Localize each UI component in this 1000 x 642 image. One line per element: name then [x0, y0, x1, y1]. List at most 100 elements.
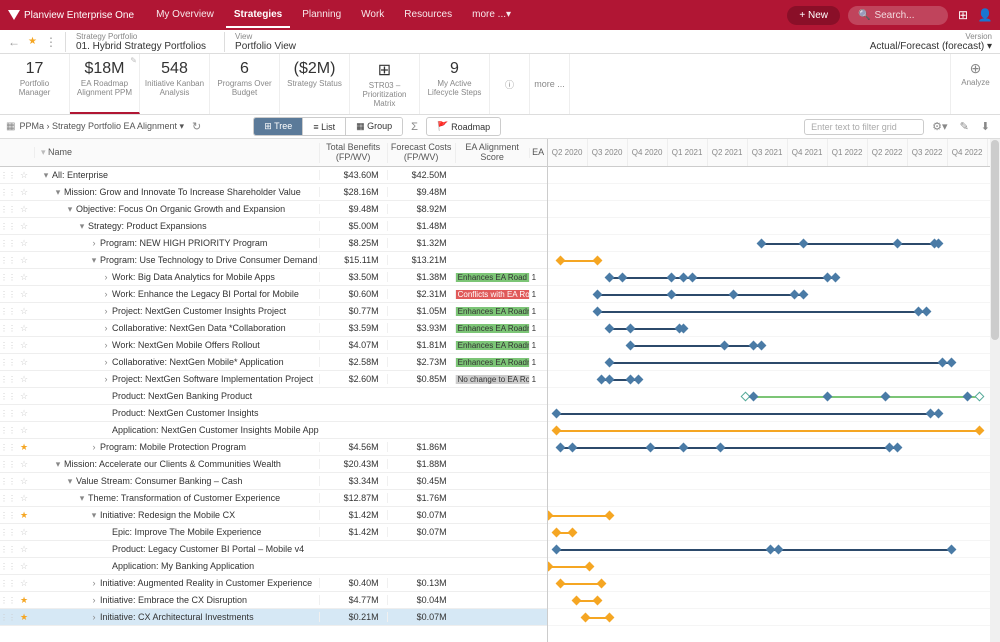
table-row[interactable]: ⋮⋮☆›Work: Big Data Analytics for Mobile … [0, 269, 547, 286]
drag-handle-icon[interactable]: ⋮⋮ [0, 545, 14, 554]
milestone-icon[interactable] [625, 341, 635, 351]
expand-icon[interactable]: › [90, 238, 98, 248]
table-row[interactable]: ⋮⋮☆›Project: NextGen Customer Insights P… [0, 303, 547, 320]
kpi-tile[interactable]: ✎$18MEA Roadmap Alignment PPM [70, 54, 140, 114]
milestone-icon[interactable] [963, 392, 973, 402]
milestone-icon[interactable] [757, 239, 767, 249]
table-row[interactable]: ⋮⋮☆Product: NextGen Banking Product [0, 388, 547, 405]
milestone-icon[interactable] [749, 392, 759, 402]
table-row[interactable]: ⋮⋮☆▾Program: Use Technology to Drive Con… [0, 252, 547, 269]
row-star-icon[interactable]: ☆ [14, 238, 34, 249]
settings-gear-icon[interactable]: ⚙▾ [928, 120, 951, 133]
row-star-icon[interactable]: ☆ [14, 306, 34, 317]
nav-planning[interactable]: Planning [294, 3, 349, 28]
milestone-icon[interactable] [938, 358, 948, 368]
milestone-icon[interactable] [593, 307, 603, 317]
new-button[interactable]: + New [787, 6, 840, 25]
milestone-icon[interactable] [893, 239, 903, 249]
expand-icon[interactable]: › [102, 272, 110, 282]
expand-icon[interactable]: ▾ [78, 493, 86, 504]
drag-handle-icon[interactable]: ⋮⋮ [0, 273, 14, 282]
kpi-tile[interactable]: 6Programs Over Budget [210, 54, 280, 114]
brand-logo[interactable]: Planview Enterprise One [8, 10, 134, 21]
row-star-icon[interactable]: ☆ [14, 493, 34, 504]
milestone-icon[interactable] [728, 290, 738, 300]
row-star-icon[interactable]: ☆ [14, 272, 34, 283]
drag-handle-icon[interactable]: ⋮⋮ [0, 239, 14, 248]
milestone-icon[interactable] [823, 392, 833, 402]
milestone-icon[interactable] [593, 290, 603, 300]
table-row[interactable]: ⋮⋮☆▾Mission: Accelerate our Clients & Co… [0, 456, 547, 473]
gantt-bar[interactable] [630, 345, 762, 347]
row-star-icon[interactable]: ☆ [14, 289, 34, 300]
expand-icon[interactable]: › [90, 578, 98, 588]
gantt-bar[interactable] [745, 396, 979, 398]
expand-icon[interactable]: › [102, 323, 110, 333]
milestone-icon[interactable] [617, 273, 627, 283]
row-star-icon[interactable]: ☆ [14, 357, 34, 368]
table-row[interactable]: ⋮⋮☆▾Theme: Transformation of Customer Ex… [0, 490, 547, 507]
back-icon[interactable]: ← [8, 35, 20, 49]
milestone-icon[interactable] [551, 426, 561, 436]
table-row[interactable]: ⋮⋮☆▾Objective: Focus On Organic Growth a… [0, 201, 547, 218]
download-icon[interactable]: ⬇ [977, 120, 994, 133]
row-star-icon[interactable]: ☆ [14, 476, 34, 487]
table-row[interactable]: ⋮⋮☆▾Strategy: Product Expansions$5.00M$1… [0, 218, 547, 235]
kpi-tile[interactable]: ⊞STR03 – Prioritization Matrix [350, 54, 420, 114]
search-input[interactable]: 🔍 Search... [848, 6, 948, 25]
drag-handle-icon[interactable]: ⋮⋮ [0, 256, 14, 265]
drag-handle-icon[interactable]: ⋮⋮ [0, 596, 14, 605]
edit-icon[interactable]: ✎ [956, 120, 973, 133]
milestone-icon[interactable] [572, 596, 582, 606]
row-star-icon[interactable]: ☆ [14, 170, 34, 181]
expand-icon[interactable]: ▾ [78, 221, 86, 232]
table-row[interactable]: ⋮⋮☆Application: My Banking Application [0, 558, 547, 575]
expand-icon[interactable]: ▾ [54, 459, 62, 470]
drag-handle-icon[interactable]: ⋮⋮ [0, 205, 14, 214]
expand-icon[interactable]: ▾ [90, 510, 98, 521]
drag-handle-icon[interactable]: ⋮⋮ [0, 426, 14, 435]
row-star-icon[interactable]: ☆ [14, 340, 34, 351]
drag-handle-icon[interactable]: ⋮⋮ [0, 375, 14, 384]
gantt-bar[interactable] [609, 328, 683, 330]
gantt-bar[interactable] [556, 430, 980, 432]
row-star-icon[interactable]: ☆ [14, 221, 34, 232]
milestone-icon[interactable] [646, 443, 656, 453]
milestone-icon[interactable] [625, 324, 635, 334]
roadmap-button[interactable]: 🚩Roadmap [426, 117, 501, 136]
table-row[interactable]: ⋮⋮☆›Project: NextGen Software Implementa… [0, 371, 547, 388]
refresh-icon[interactable]: ↻ [188, 120, 205, 133]
table-row[interactable]: ⋮⋮★▾Initiative: Redesign the Mobile CX$1… [0, 507, 547, 524]
expand-icon[interactable]: ▾ [42, 170, 50, 181]
drag-handle-icon[interactable]: ⋮⋮ [0, 222, 14, 231]
gantt-bar[interactable] [761, 243, 938, 245]
context-menu-icon[interactable]: ⋮ [45, 35, 57, 49]
row-star-icon[interactable]: ☆ [14, 425, 34, 436]
drag-handle-icon[interactable]: ⋮⋮ [0, 307, 14, 316]
gantt-bar[interactable] [548, 515, 610, 517]
milestone-icon[interactable] [593, 596, 603, 606]
milestone-icon[interactable] [548, 511, 553, 521]
row-star-icon[interactable]: ☆ [14, 391, 34, 402]
scrollbar[interactable] [990, 139, 1000, 642]
milestone-icon[interactable] [946, 358, 956, 368]
col-forecast[interactable]: Forecast Costs (FP/WV) [387, 143, 455, 163]
gantt-bar[interactable] [556, 549, 951, 551]
table-row[interactable]: ⋮⋮☆▾All: Enterprise$43.60M$42.50M [0, 167, 547, 184]
milestone-icon[interactable] [605, 375, 615, 385]
kpi-tile[interactable]: 9My Active Lifecycle Steps [420, 54, 490, 114]
table-row[interactable]: ⋮⋮☆›Work: Enhance the Legacy BI Portal f… [0, 286, 547, 303]
milestone-icon[interactable] [605, 358, 615, 368]
milestone-icon[interactable] [605, 613, 615, 623]
table-row[interactable]: ⋮⋮☆▾Mission: Grow and Innovate To Increa… [0, 184, 547, 201]
drag-handle-icon[interactable]: ⋮⋮ [0, 341, 14, 350]
milestone-icon[interactable] [555, 579, 565, 589]
row-star-icon[interactable]: ☆ [14, 459, 34, 470]
expand-icon[interactable]: › [102, 357, 110, 367]
gantt-bar[interactable] [560, 260, 597, 262]
col-name[interactable]: ▾ Name [34, 147, 319, 158]
table-row[interactable]: ⋮⋮☆›Work: NextGen Mobile Offers Rollout$… [0, 337, 547, 354]
view-crumb[interactable]: View Portfolio View [224, 32, 306, 52]
milestone-icon[interactable] [716, 443, 726, 453]
drag-handle-icon[interactable]: ⋮⋮ [0, 562, 14, 571]
